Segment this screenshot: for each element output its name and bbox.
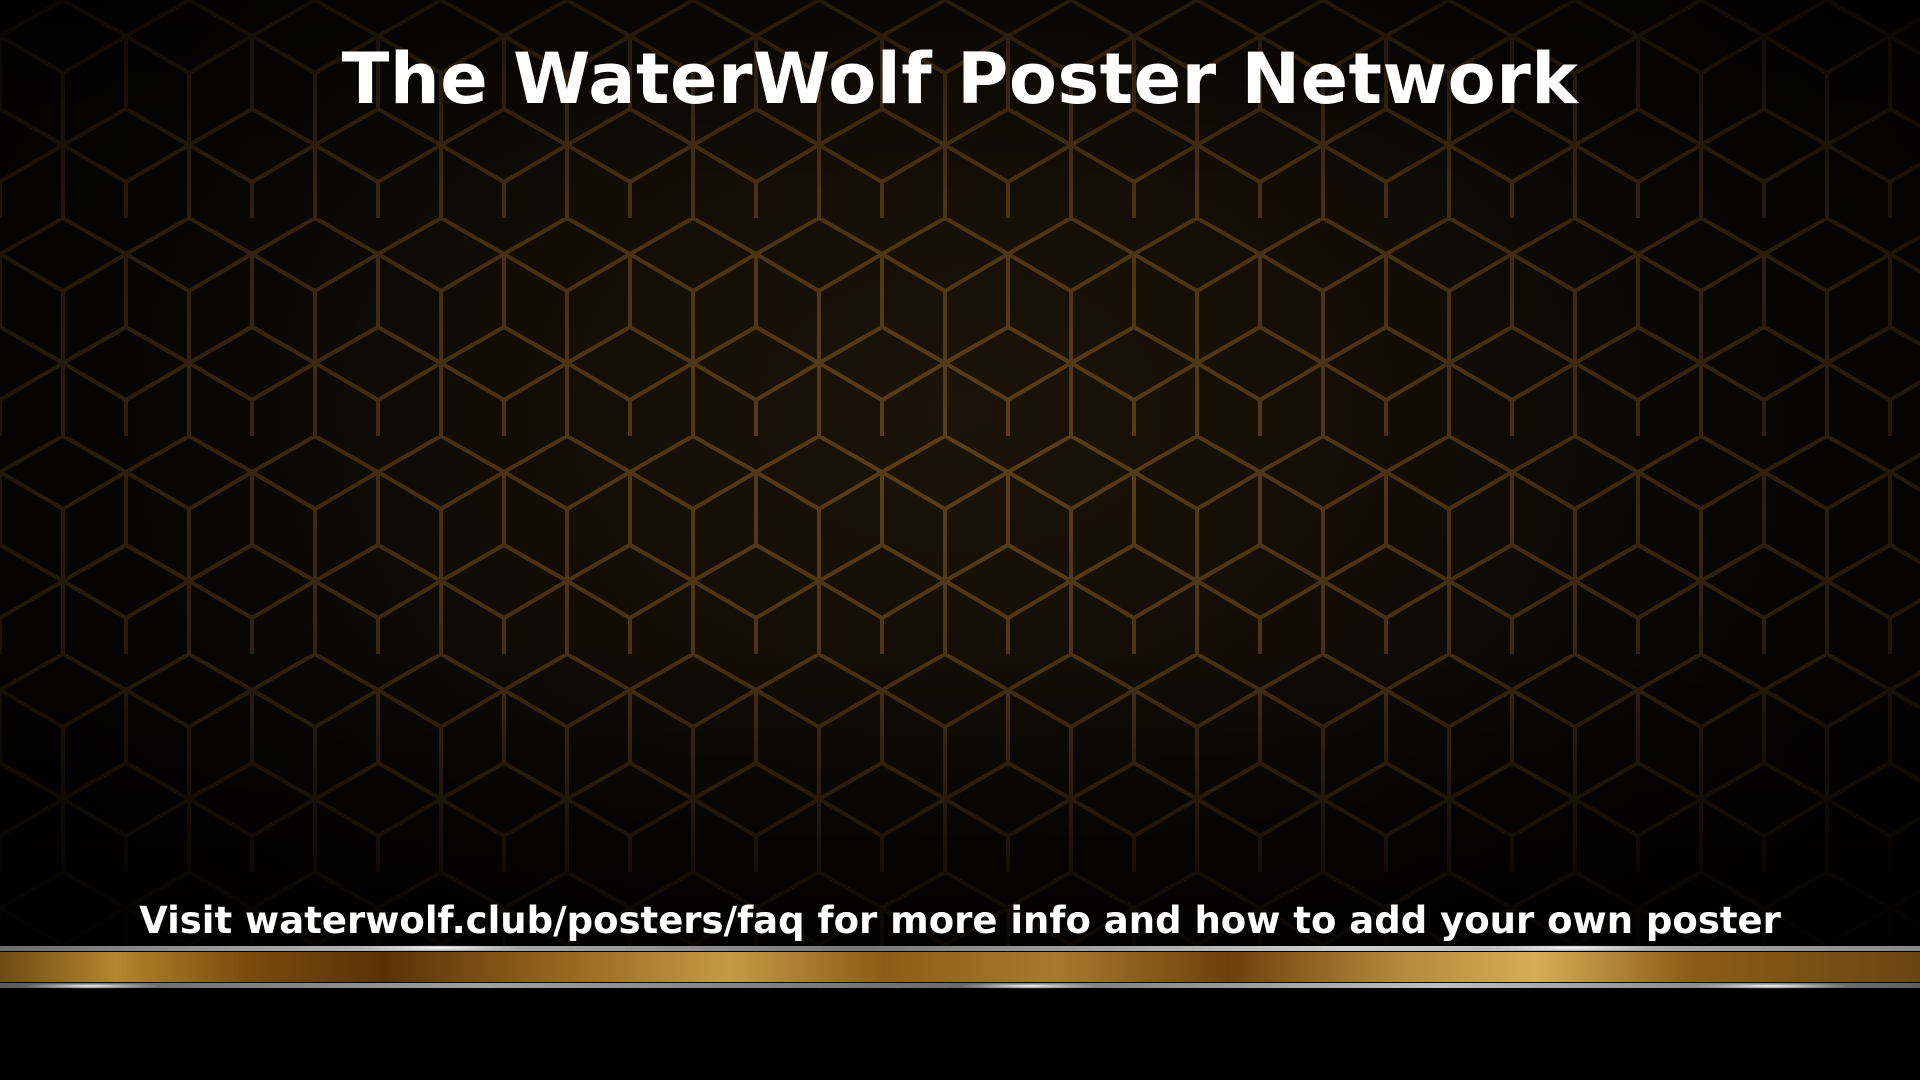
band-gold-stripe xyxy=(0,952,1920,982)
glint-highlight xyxy=(1690,983,1850,989)
gold-metallic-band xyxy=(0,945,1920,990)
glint-highlight xyxy=(360,945,520,951)
poster-title: The WaterWolf Poster Network xyxy=(341,38,1579,120)
glint-highlight xyxy=(960,983,1100,989)
glint-highlight xyxy=(20,983,160,989)
bottom-dark-strip xyxy=(0,990,1920,1080)
poster-canvas: The WaterWolf Poster Network Visit water… xyxy=(0,0,1920,1080)
glint-highlight xyxy=(1480,945,1660,951)
footer-info-text: Visit waterwolf.club/posters/faq for mor… xyxy=(139,899,1781,942)
